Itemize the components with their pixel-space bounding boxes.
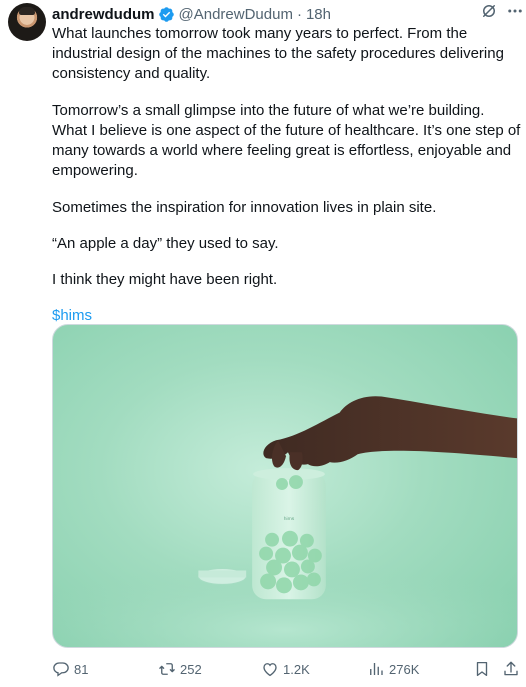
verified-badge-icon[interactable] xyxy=(158,6,175,23)
action-bar: 81 252 1.2K 276K xyxy=(52,658,522,680)
tweet-text: What launches tomorrow took many years t… xyxy=(52,24,522,342)
tweet-media-image[interactable]: hims xyxy=(52,324,518,648)
share-button[interactable] xyxy=(502,658,520,680)
like-button[interactable]: 1.2K xyxy=(261,658,310,680)
like-count: 1.2K xyxy=(283,661,310,677)
grok-icon[interactable] xyxy=(480,2,498,20)
views-count: 276K xyxy=(389,661,420,677)
jar-label: hims xyxy=(284,516,295,522)
views-button[interactable]: 276K xyxy=(367,658,419,680)
avatar[interactable] xyxy=(8,3,46,41)
tweet[interactable]: andrewdudum @AndrewDudum · 18h What laun… xyxy=(0,0,526,687)
author-handle[interactable]: @AndrewDudum xyxy=(179,6,293,23)
like-icon xyxy=(263,663,277,677)
cashtag-link[interactable]: $hims xyxy=(52,306,522,326)
more-icon[interactable] xyxy=(506,2,524,20)
tweet-paragraph: I think they might have been right. xyxy=(52,271,278,288)
tweet-header: andrewdudum @AndrewDudum · 18h xyxy=(52,4,518,24)
media-photo: hims xyxy=(53,396,517,647)
bookmark-button[interactable] xyxy=(473,658,491,680)
retweet-icon xyxy=(159,663,175,675)
tweet-paragraph: Tomorrow’s a small glimpse into the futu… xyxy=(52,102,521,179)
separator-dot: · xyxy=(296,5,302,23)
reply-count: 81 xyxy=(74,661,89,677)
tweet-paragraph: What launches tomorrow took many years t… xyxy=(52,25,504,82)
tweet-paragraph: “An apple a day” they used to say. xyxy=(52,235,279,252)
reply-button[interactable]: 81 xyxy=(52,658,88,680)
bookmark-icon xyxy=(476,661,488,677)
reply-icon xyxy=(53,662,69,677)
tweet-timestamp[interactable]: 18h xyxy=(306,6,331,23)
views-icon xyxy=(370,663,383,675)
retweet-count: 252 xyxy=(180,661,202,677)
share-icon xyxy=(504,661,518,676)
retweet-button[interactable]: 252 xyxy=(158,658,202,680)
tweet-paragraph: Sometimes the inspiration for innovation… xyxy=(52,199,437,216)
author-name[interactable]: andrewdudum xyxy=(52,6,155,23)
